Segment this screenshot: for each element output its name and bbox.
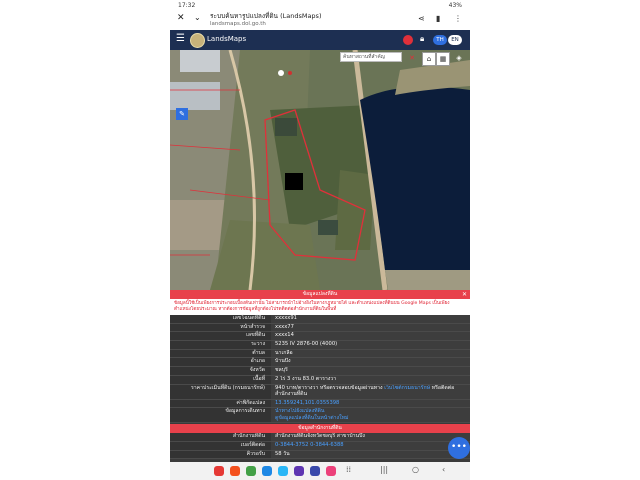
app-icon[interactable] [310, 466, 320, 476]
table-row-price: ราคาประเมินที่ดิน (กรมธนารักษ์) 940 บาท/… [170, 384, 470, 400]
section-header-office: ข้อมูลสำนักงานที่ดิน [170, 424, 470, 434]
bookmark-icon[interactable]: ▮ [436, 14, 440, 23]
row-label: เลขที่ดิน [170, 332, 271, 341]
section-title: ข้อมูลสำนักงานที่ดิน [298, 425, 342, 432]
table-row: ข้อมูลการเดินทาง นำทางไปยังแปลงที่ดิน ดู… [170, 408, 470, 424]
price-text: 940 บาท/ตารางวา หรือตรวจสอบข้อมูลผ่านทาง [275, 384, 383, 391]
app-icon[interactable] [262, 466, 272, 476]
logo [190, 33, 205, 48]
row-value: ชลบุรี [271, 367, 470, 375]
row-value: 58 วัน [271, 450, 470, 459]
section-header-parcel: ข้อมูลแปลงที่ดิน ✕ [170, 290, 470, 299]
section-title: ข้อมูลแปลงที่ดิน [302, 291, 338, 297]
row-label: อำเภอ [170, 358, 271, 367]
open-new-window-link[interactable]: ดูข้อมูลแปลงที่ดินในหน้าต่างใหม่ [275, 415, 348, 421]
battery-level: 43% [448, 2, 462, 9]
row-label: สำนักงานที่ดิน [170, 433, 271, 441]
measure-tool-icon[interactable]: ✎ [176, 108, 188, 120]
row-value: 2 ไร่ 3 งาน 83.0 ตารางวา [271, 375, 470, 384]
row-value: นาเกลือ [271, 349, 470, 358]
lang-en-button[interactable]: EN [448, 35, 462, 45]
table-row: จังหวัด ชลบุรี [170, 367, 470, 376]
page-title: ระบบค้นหารูปแปลงที่ดิน (LandsMaps) [210, 12, 322, 20]
row-label: หน้าสำรวจ [170, 323, 271, 332]
row-label: เลขโฉนดที่ดิน [170, 315, 271, 323]
row-value: xxxx77 [271, 323, 470, 332]
url-text[interactable]: landsmaps.dol.go.th [210, 21, 266, 27]
table-row: เลขโฉนดที่ดิน xxxxx91 [170, 315, 470, 324]
app-icon[interactable] [294, 466, 304, 476]
row-value: 5235 IV 2876-00 (4000) [271, 341, 470, 349]
row-value: บ้านบึง [271, 358, 470, 367]
share-icon[interactable]: ⋖ [418, 14, 425, 23]
row-label: ระวาง [170, 341, 271, 349]
row-value: xxxxx91 [271, 315, 470, 323]
navigate-link[interactable]: นำทางไปยังแปลงที่ดิน [275, 408, 324, 414]
record-icon[interactable] [403, 35, 413, 45]
table-row: เบอร์ติดต่อ 0-3844-3752 0-3844-6388 [170, 441, 470, 451]
app-icon[interactable] [246, 466, 256, 476]
table-row: ระวาง 5235 IV 2876-00 (4000) [170, 341, 470, 350]
parcel-info-panel: ข้อมูลแปลงที่ดิน ✕ ข้อมูลนี้ใช้เป็นเพียง… [170, 290, 470, 468]
close-icon[interactable]: ✕ [462, 290, 467, 299]
row-label: เบอร์ติดต่อ [170, 441, 271, 450]
menu-icon[interactable]: ☰ [176, 33, 185, 44]
map-imagery [170, 50, 470, 290]
recents-icon[interactable]: ||| [380, 465, 388, 474]
row-value: สำนักงานที่ดินจังหวัดชลบุรี สาขาบ้านบึง [271, 433, 470, 441]
home-icon[interactable]: ⌂ [422, 52, 436, 66]
lock-icon[interactable]: 🔒︎ [420, 34, 424, 44]
map-search-input[interactable]: ค้นหาสถานที่สำคัญ [340, 52, 402, 62]
row-label: เนื้อที่ [170, 375, 271, 384]
more-options-button[interactable]: ••• [448, 437, 470, 459]
table-row: สำนักงานที่ดิน สำนักงานที่ดินจังหวัดชลบุร… [170, 433, 470, 442]
row-label: ข้อมูลการเดินทาง [170, 408, 271, 423]
treasury-link[interactable]: เว็บไซต์กรมธนารักษ์ [384, 385, 430, 391]
app-icon[interactable] [278, 466, 288, 476]
table-row: ตำบล นาเกลือ [170, 349, 470, 359]
system-nav-bar: ⁞⁞ ||| ○ ‹ [170, 462, 470, 480]
coordinate-link[interactable]: 13.359241,101.0355398 [275, 400, 339, 406]
table-row: อำเภอ บ้านบึง [170, 358, 470, 368]
app-icon[interactable] [230, 466, 240, 476]
status-bar: 17:32 43% [170, 0, 470, 10]
row-label: คิวรอรับ [170, 450, 271, 459]
more-icon[interactable]: ⋮ [454, 14, 462, 23]
table-row: คิวรอรับ 58 วัน [170, 450, 470, 460]
layers-icon[interactable]: ◈ [453, 52, 465, 64]
status-time: 17:32 [178, 2, 196, 9]
row-label: ค่าพิกัดแปลง [170, 399, 271, 408]
row-value: xxxx14 [271, 332, 470, 341]
table-row: หน้าสำรวจ xxxx77 [170, 323, 470, 333]
row-label: จังหวัด [170, 367, 271, 375]
lang-th-button[interactable]: TH [433, 35, 447, 45]
home-icon[interactable]: ○ [412, 465, 419, 474]
row-value: 940 บาท/ตารางวา หรือตรวจสอบข้อมูลผ่านทาง… [271, 384, 470, 399]
row-label: ราคาประเมินที่ดิน (กรมธนารักษ์) [170, 384, 271, 399]
table-row: ค่าพิกัดแปลง 13.359241,101.0355398 [170, 399, 470, 409]
chevron-down-icon[interactable]: ⌄ [194, 13, 201, 22]
app-name: LandsMaps [207, 35, 247, 43]
table-row: เลขที่ดิน xxxx14 [170, 332, 470, 342]
app-icon[interactable] [326, 466, 336, 476]
close-icon[interactable]: ✕ [177, 13, 185, 23]
table-row: เนื้อที่ 2 ไร่ 3 งาน 83.0 ตารางวา [170, 375, 470, 385]
close-icon[interactable]: ✕ [406, 52, 418, 64]
satellite-map[interactable]: ค้นหาสถานที่สำคัญ ✕ ⌂ ▦ ◈ ✎ [170, 50, 470, 290]
disclaimer-notice: ข้อมูลนี้ใช้เป็นเพียงการประกอบเบื้องต้นเ… [170, 299, 470, 315]
app-icon[interactable] [214, 466, 224, 476]
apps-icon[interactable]: ⁞⁞ [346, 465, 351, 474]
grid-icon[interactable]: ▦ [436, 52, 450, 66]
browser-bar: ✕ ⌄ ระบบค้นหารูปแปลงที่ดิน (LandsMaps) l… [170, 10, 470, 30]
row-label: ตำบล [170, 349, 271, 358]
phone-link[interactable]: 0-3844-3752 0-3844-6388 [275, 442, 344, 448]
back-icon[interactable]: ‹ [442, 465, 445, 474]
app-header: ☰ LandsMaps 🔒︎ TH EN [170, 30, 470, 50]
